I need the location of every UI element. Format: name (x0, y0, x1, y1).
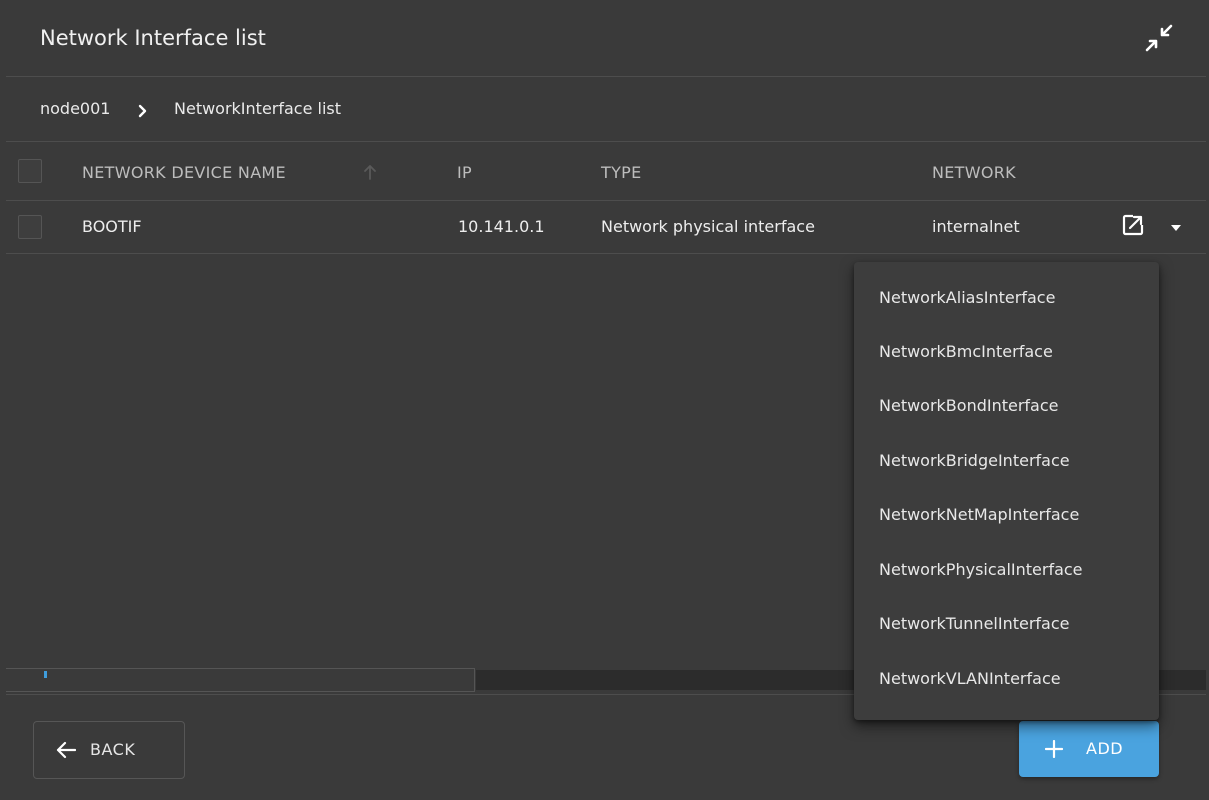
breadcrumb: node001 NetworkInterface list (6, 77, 1206, 142)
open-in-new-icon[interactable] (1122, 214, 1144, 236)
plus-icon (1044, 739, 1064, 759)
menu-item-tunnel[interactable]: NetworkTunnelInterface (854, 588, 1159, 642)
back-button-label: BACK (90, 740, 136, 759)
add-interface-dropdown: NetworkAliasInterface NetworkBmcInterfac… (854, 262, 1159, 720)
page-title: Network Interface list (40, 26, 266, 50)
add-button-label: ADD (1086, 739, 1124, 758)
column-header-ip[interactable]: IP (457, 163, 472, 182)
back-button[interactable]: BACK (33, 721, 185, 779)
cell-device-name: BOOTIF (82, 217, 142, 236)
menu-item-netmap[interactable]: NetworkNetMapInterface (854, 479, 1159, 533)
menu-item-bond[interactable]: NetworkBondInterface (854, 370, 1159, 424)
breadcrumb-node[interactable]: node001 (40, 99, 110, 118)
menu-item-bridge[interactable]: NetworkBridgeInterface (854, 425, 1159, 479)
row-checkbox[interactable] (18, 215, 42, 239)
menu-item-bmc[interactable]: NetworkBmcInterface (854, 316, 1159, 370)
menu-item-alias[interactable]: NetworkAliasInterface (854, 262, 1159, 316)
cell-network: internalnet (932, 217, 1020, 236)
menu-item-physical[interactable]: NetworkPhysicalInterface (854, 534, 1159, 588)
arrow-up-icon[interactable] (363, 164, 377, 180)
caret-down-icon[interactable] (1169, 219, 1183, 231)
collapse-icon[interactable] (1143, 22, 1175, 54)
select-all-checkbox[interactable] (18, 159, 42, 183)
cell-type: Network physical interface (601, 217, 815, 236)
title-bar: Network Interface list (6, 4, 1206, 77)
table-header: NETWORK DEVICE NAME IP TYPE NETWORK (6, 142, 1206, 201)
column-header-name[interactable]: NETWORK DEVICE NAME (82, 163, 286, 182)
breadcrumb-current: NetworkInterface list (174, 99, 342, 118)
add-button[interactable]: ADD (1019, 721, 1159, 777)
network-interface-panel: Network Interface list node001 NetworkIn… (6, 4, 1206, 800)
cell-ip: 10.141.0.1 (458, 217, 545, 236)
chevron-right-icon (136, 103, 150, 118)
table-row[interactable]: BOOTIF 10.141.0.1 Network physical inter… (6, 201, 1206, 254)
column-header-network[interactable]: NETWORK (932, 163, 1016, 182)
column-header-type[interactable]: TYPE (601, 163, 642, 182)
scrollbar-thumb[interactable] (6, 668, 475, 692)
scroll-indicator (44, 671, 47, 678)
menu-item-vlan[interactable]: NetworkVLANInterface (854, 643, 1159, 697)
arrow-left-icon (56, 741, 77, 759)
